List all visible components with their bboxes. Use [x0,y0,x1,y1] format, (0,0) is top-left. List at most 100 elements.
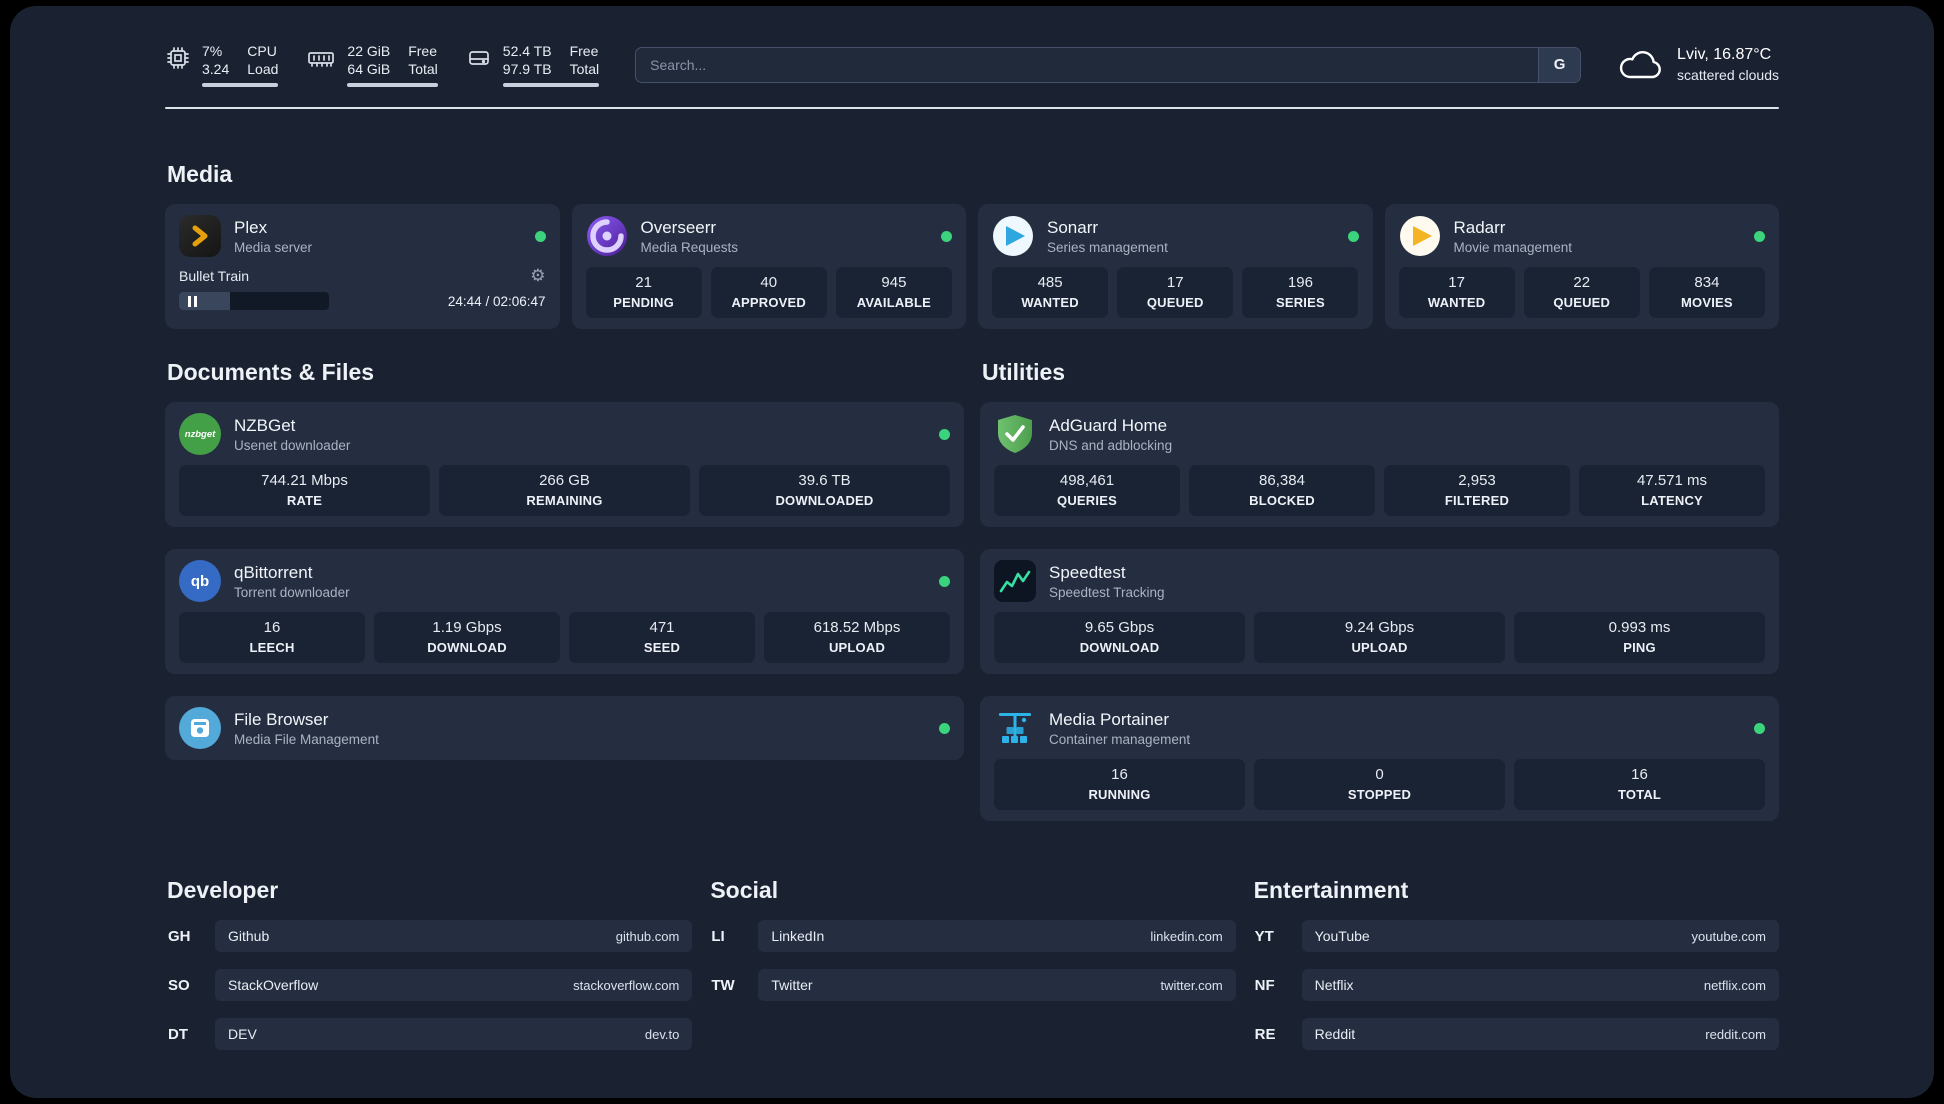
netflix-abbr: NF [1254,976,1275,994]
bookmark-row-youtube: YT YouTube youtube.com [1252,920,1779,952]
bookmark-row-twitter: TW Twitter twitter.com [708,969,1236,1001]
filebrowser-name: File Browser [234,709,329,729]
portainer-stat-stopped: 0 STOPPED [1254,759,1505,810]
plex-icon [179,215,221,257]
app-card-plex[interactable]: Plex Media server Bullet Train ⚙ 24:44 /… [165,204,560,329]
search-input[interactable] [636,56,1539,73]
qbittorrent-stat-upload: 618.52 Mbps UPLOAD [764,612,950,663]
disk-label-1: Free [569,43,599,59]
ram-label-1: Free [408,43,438,59]
speedtest-stat-ping: 0.993 ms PING [1514,612,1765,663]
ram-value-2: 64 GiB [347,61,391,77]
disk-value-1: 52.4 TB [502,43,552,59]
app-card-speedtest[interactable]: Speedtest Speedtest Tracking 9.65 Gbps D… [980,549,1779,674]
adguard-stat-blocked: 86,384 BLOCKED [1189,465,1375,516]
filebrowser-icon [179,707,221,749]
radarr-icon [1399,215,1441,257]
overseerr-subtitle: Media Requests [640,239,739,255]
playback-progress-fill [179,292,230,310]
dev-link[interactable]: DEV dev.to [215,1018,693,1050]
ram-value-1: 22 GiB [347,43,391,59]
header-divider [165,107,1779,109]
bookmark-row-github: GH Github github.com [165,920,693,952]
plex-subtitle: Media server [234,239,313,255]
github-link[interactable]: Github github.com [215,920,693,952]
youtube-link[interactable]: YouTube youtube.com [1301,920,1779,952]
app-card-qbittorrent[interactable]: qb qBittorrent Torrent downloader 16 LEE… [165,549,964,674]
adguard-name: AdGuard Home [1049,415,1168,435]
playback-progress-bar[interactable] [179,292,329,310]
section-media: Media Plex Media server Bullet Train ⚙ 2… [165,161,1779,329]
speedtest-icon [994,560,1036,602]
sonarr-icon [992,215,1034,257]
ram-icon [308,52,335,67]
bookmark-row-linkedin: LI LinkedIn linkedin.com [708,920,1236,952]
weather-condition: scattered clouds [1677,67,1779,83]
reddit-link[interactable]: Reddit reddit.com [1301,1018,1779,1050]
overseerr-stat-approved: 40 APPROVED [710,267,827,318]
disk-icon [468,51,489,65]
overseerr-status-dot [941,230,952,242]
overseerr-stat-available: 945 AVAILABLE [835,267,952,318]
radarr-stat-queued: 22 QUEUED [1523,267,1640,318]
weather-widget: Lviv, 16.87°C scattered clouds [1617,46,1779,83]
adguard-stat-latency: 47.571 ms LATENCY [1579,465,1765,516]
twitter-abbr: TW [711,976,735,994]
nzbget-icon: nzbget [179,413,221,455]
cpu-metric: 7% 3.24 CPU Load [165,42,279,87]
adguard-subtitle: DNS and adblocking [1049,437,1173,453]
netflix-link[interactable]: Netflix netflix.com [1301,969,1779,1001]
sonarr-name: Sonarr [1047,217,1099,237]
linkedin-link[interactable]: LinkedIn linkedin.com [758,920,1236,952]
header: 7% 3.24 CPU Load 22 GiB 64 GiB Free Tota… [165,42,1779,87]
qbittorrent-status-dot [939,575,950,587]
nzbget-stat-remaining: 266 GB REMAINING [439,465,690,516]
cpu-label-1: CPU [247,43,277,59]
app-card-overseerr[interactable]: Overseerr Media Requests 21 PENDING 40 A… [571,204,966,329]
plex-status-dot [534,230,546,242]
app-card-portainer[interactable]: Media Portainer Container management 16 … [980,696,1779,821]
sonarr-stat-series: 196 SERIES [1242,267,1359,318]
bookmark-row-dev: DT DEV dev.to [165,1018,693,1050]
portainer-subtitle: Container management [1049,731,1191,747]
portainer-stat-running: 16 RUNNING [994,759,1245,810]
bookmark-row-stackoverflow: SO StackOverflow stackoverflow.com [165,969,693,1001]
speedtest-stat-upload: 9.24 Gbps UPLOAD [1254,612,1505,663]
section-developer: Developer GH Github github.com SO StackO… [165,877,693,1067]
qbittorrent-stat-leech: 16 LEECH [179,612,365,663]
twitter-link[interactable]: Twitter twitter.com [758,969,1236,1001]
app-card-filebrowser[interactable]: File Browser Media File Management [165,696,964,760]
bookmark-row-netflix: NF Netflix netflix.com [1252,969,1779,1001]
adguard-stat-filtered: 2,953 FILTERED [1384,465,1570,516]
qbittorrent-name: qBittorrent [234,562,313,582]
ram-metric: 22 GiB 64 GiB Free Total [306,42,438,87]
player-settings-gear-icon[interactable]: ⚙ [530,267,545,284]
weather-location: Lviv, 16.87°C [1677,46,1772,63]
cloud-icon [1619,50,1661,78]
stackoverflow-abbr: SO [168,976,190,994]
reddit-abbr: RE [1254,1025,1276,1043]
pause-icon[interactable] [188,295,197,307]
stackoverflow-link[interactable]: StackOverflow stackoverflow.com [215,969,693,1001]
qbittorrent-stat-download: 1.19 Gbps DOWNLOAD [374,612,560,663]
bookmark-row-reddit: RE Reddit reddit.com [1252,1018,1779,1050]
app-card-nzbget[interactable]: nzbget NZBGet Usenet downloader 744.21 M… [165,402,964,527]
plex-name: Plex [234,217,268,237]
search-engine-button[interactable]: G [1538,47,1581,82]
portainer-icon [994,707,1036,749]
radarr-name: Radarr [1453,217,1506,237]
now-playing-title: Bullet Train [179,267,250,284]
app-card-radarr[interactable]: Radarr Movie management 17 WANTED 22 QUE… [1384,204,1779,329]
overseerr-icon [586,215,628,257]
nzbget-stat-rate: 744.21 Mbps RATE [179,465,430,516]
app-card-adguard[interactable]: AdGuard Home DNS and adblocking 498,461 … [980,402,1779,527]
radarr-stat-movies: 834 MOVIES [1648,267,1765,318]
sonarr-subtitle: Series management [1047,239,1168,255]
speedtest-name: Speedtest [1049,562,1126,582]
section-title-media: Media [167,161,233,187]
speedtest-stat-download: 9.65 Gbps DOWNLOAD [994,612,1245,663]
app-card-sonarr[interactable]: Sonarr Series management 485 WANTED 17 Q… [978,204,1373,329]
section-title-social: Social [710,877,779,903]
radarr-stat-wanted: 17 WANTED [1398,267,1515,318]
disk-label-2: Total [569,61,600,77]
